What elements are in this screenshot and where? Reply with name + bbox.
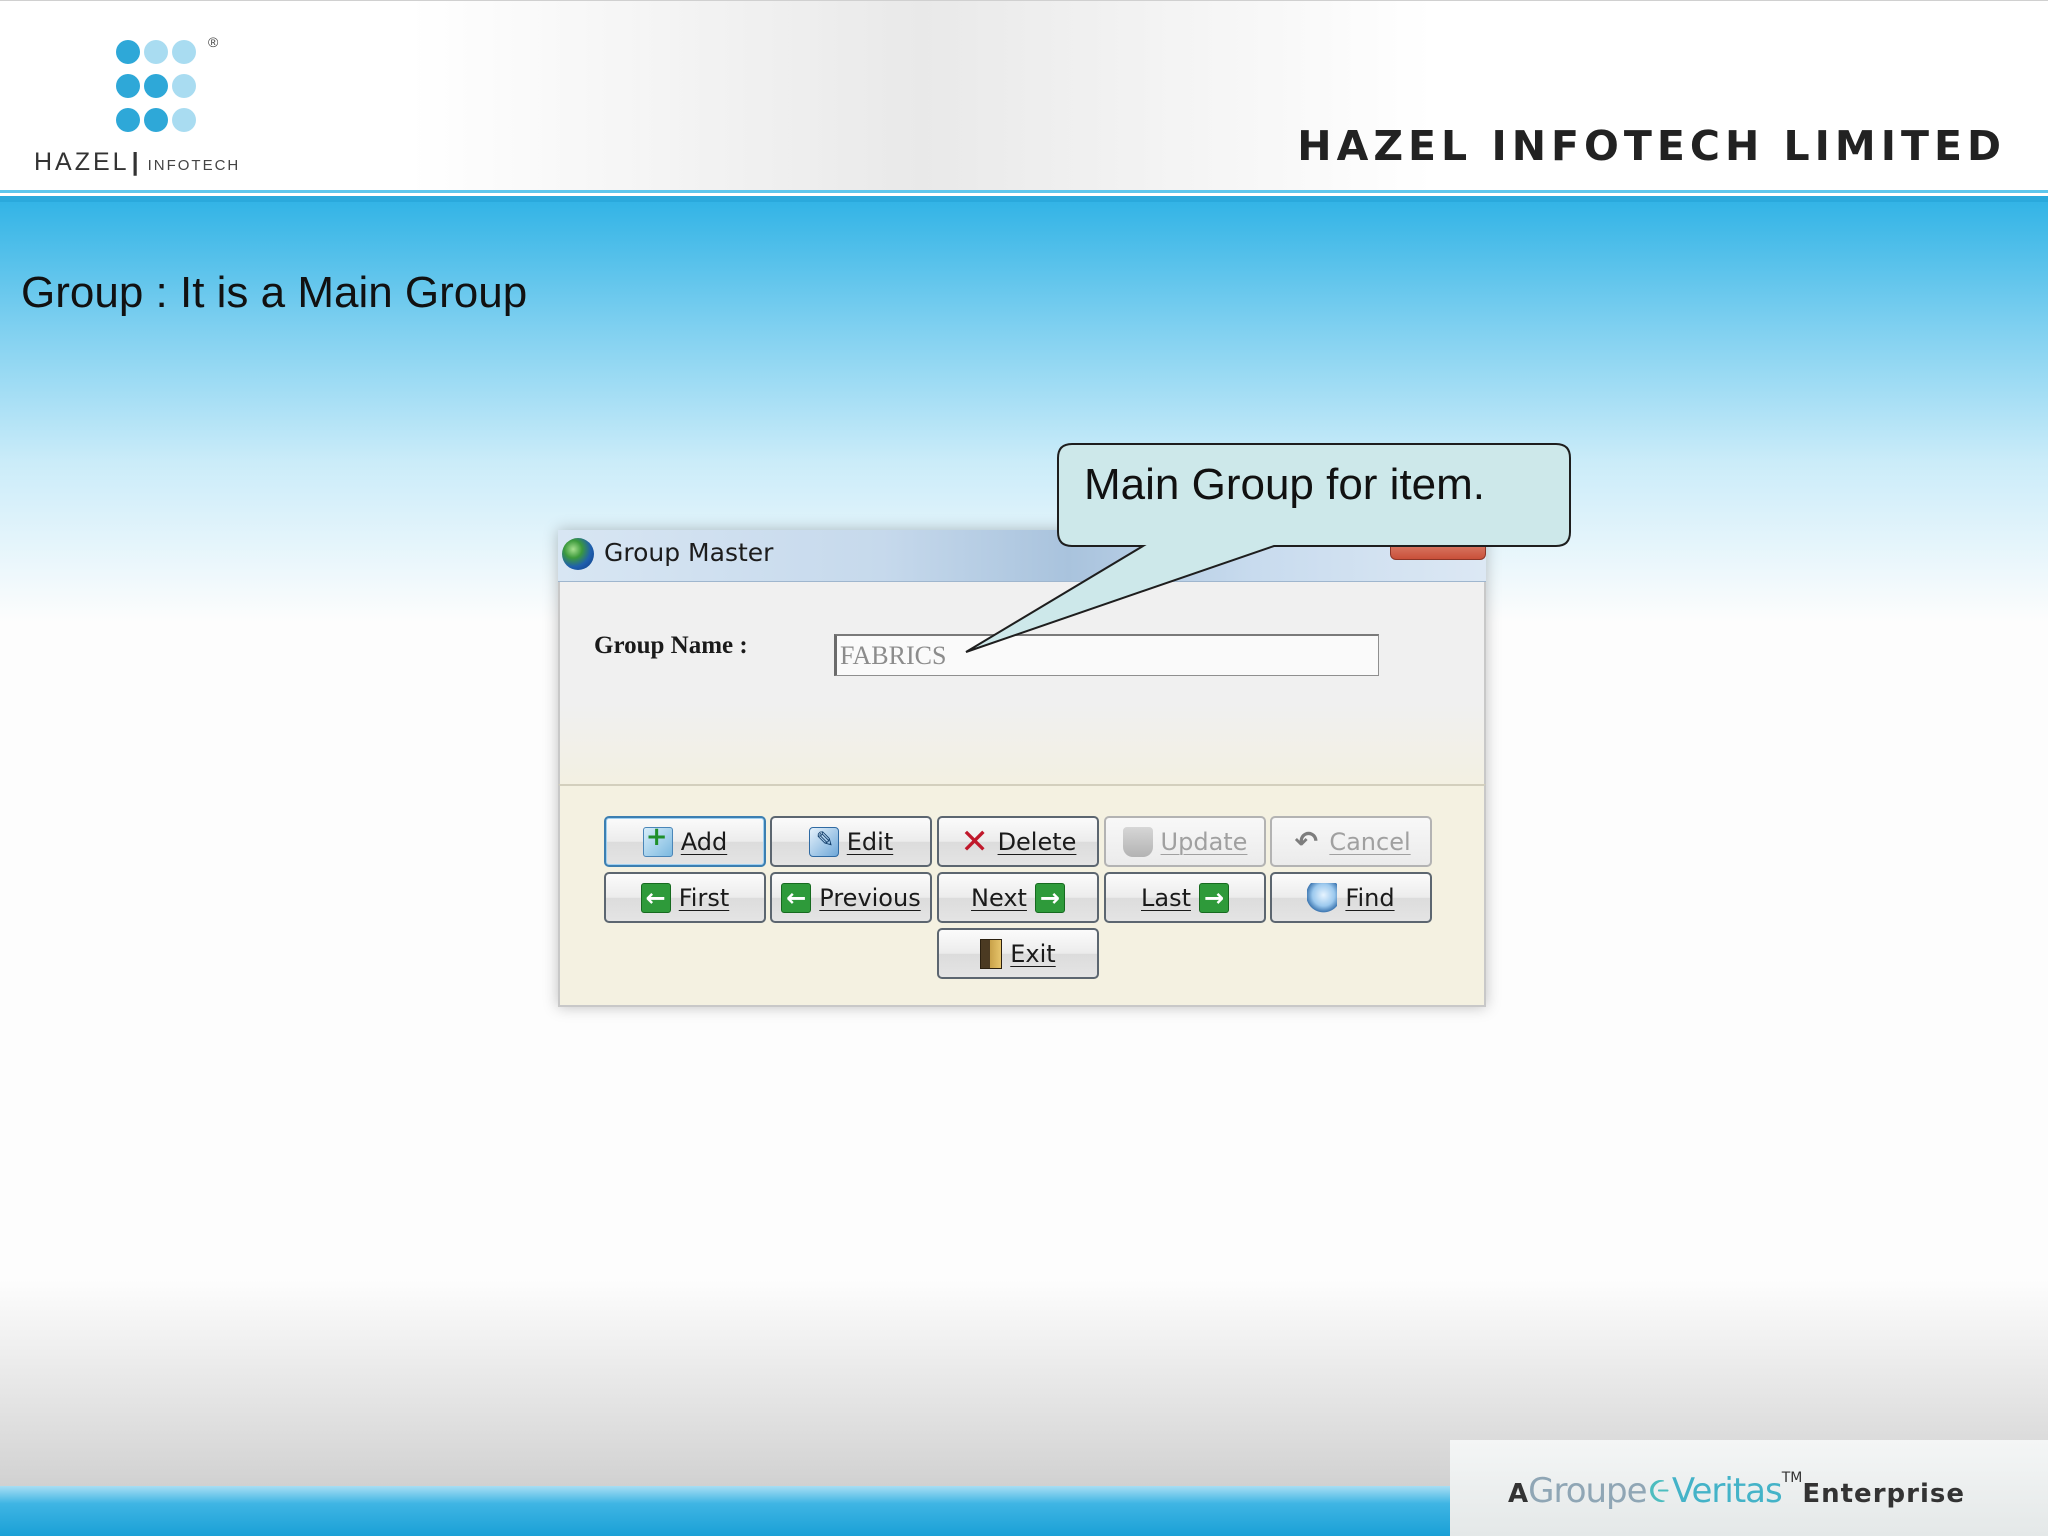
exit-button-label: Exit [1010,939,1056,968]
add-document-icon [642,822,673,857]
logo-dot [144,74,168,98]
window-titlebar[interactable]: Group Master [558,530,1486,582]
hazel-logo: ® HAZEL| INFOTECH [34,30,294,180]
logo-dot [144,108,168,132]
brand-tm: TM [1781,1470,1803,1486]
logo-wordmark-sub: INFOTECH [147,157,241,174]
cancel-button[interactable]: ↶ Cancel [1270,816,1432,867]
header-rule [0,190,2048,202]
delete-button[interactable]: ✕ Delete [937,816,1099,867]
first-button[interactable]: ← First [604,872,766,923]
groupe-veritas-brand: AGroupe૯VeritasTMEnterprise [1508,1470,1965,1512]
group-name-input[interactable]: FABRICS [834,634,1379,676]
logo-dot [116,108,140,132]
logo-dot [172,74,196,98]
logo-dot [116,74,140,98]
logo-wordmark: HAZEL| INFOTECH [34,148,240,177]
company-name: HAZEL INFOTECH LIMITED [1297,122,2006,170]
undo-icon: ↶ [1294,824,1319,858]
logo-dot [172,40,196,64]
find-button[interactable]: Find [1270,872,1432,923]
logo-wordmark-main: HAZEL [34,148,130,176]
update-button-label: Update [1160,827,1248,856]
add-button[interactable]: Add [604,816,766,867]
button-panel: Add Edit ✕ Delete Update ↶ Cancel ← Firs… [558,784,1486,1007]
edit-button-label: Edit [846,827,894,856]
exit-button[interactable]: Exit [937,928,1099,979]
form-area: Group Name : FABRICS [558,582,1486,784]
previous-button[interactable]: ← Previous [770,872,932,923]
last-button[interactable]: Last → [1104,872,1266,923]
callout-text: Main Group for item. [1084,460,1486,509]
update-icon [1122,826,1153,857]
red-x-icon: ✕ [960,821,989,862]
group-master-window: Group Master Group Name : FABRICS Add Ed… [558,530,1486,1007]
find-button-label: Find [1345,883,1395,912]
edit-icon [808,826,839,857]
close-button[interactable] [1390,530,1486,560]
previous-button-label: Previous [819,883,921,912]
logo-separator: | [131,148,142,176]
veritas-swirl-icon: ૯ [1648,1470,1670,1511]
registered-mark: ® [208,34,219,50]
magnifier-icon [1307,882,1338,913]
next-button[interactable]: Next → [937,872,1099,923]
next-button-label: Next [971,883,1027,912]
add-button-label: Add [680,827,728,856]
logo-dot [144,40,168,64]
logo-dot [172,108,196,132]
door-exit-icon [980,938,1003,969]
brand-groupe: Groupe [1528,1471,1647,1511]
first-button-label: First [678,883,730,912]
green-arrow-right-icon: → [1034,882,1065,913]
globe-icon [562,538,594,570]
green-arrow-left-icon: ← [640,882,671,913]
logo-dot [116,40,140,64]
cancel-button-label: Cancel [1329,827,1411,856]
brand-veritas: Veritas [1671,1471,1783,1511]
slide-title: Group : It is a Main Group [21,268,528,317]
last-button-label: Last [1141,883,1191,912]
edit-button[interactable]: Edit [770,816,932,867]
update-button[interactable]: Update [1104,816,1266,867]
group-name-label: Group Name : [594,632,748,659]
brand-prefix: A [1508,1479,1529,1509]
green-arrow-right-icon: → [1199,882,1229,913]
brand-suffix: Enterprise [1802,1479,1965,1509]
delete-button-label: Delete [997,827,1077,856]
footer-bar [0,1486,1450,1536]
green-arrow-left-icon: ← [781,882,812,913]
window-title: Group Master [604,538,774,567]
